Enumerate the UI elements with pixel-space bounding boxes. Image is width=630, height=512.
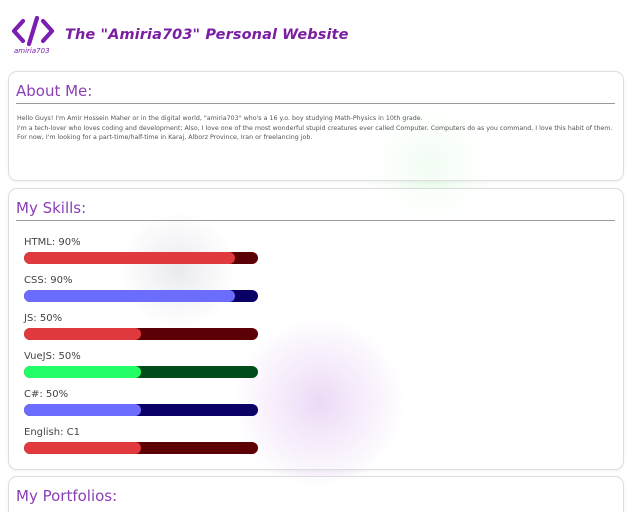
skill-bar-fill: [24, 290, 235, 302]
skill-bar: [24, 290, 258, 302]
skill-label: English: C1: [24, 427, 81, 438]
site-title: The "Amiria703" Personal Website: [65, 27, 349, 43]
skill-bar-fill: [24, 252, 235, 264]
about-paragraph: I'm a tech-lover who loves coding and de…: [17, 124, 613, 132]
skill-label: CSS: 90%: [24, 275, 73, 286]
portfolios-card: My Portfolios:: [8, 476, 624, 512]
skills-title: My Skills:: [16, 199, 615, 221]
site-header: amiria703 The "Amiria703" Personal Websi…: [10, 10, 349, 60]
skill-bar-fill: [24, 404, 141, 416]
skill-bar: [24, 404, 258, 416]
skill-label: VueJS: 50%: [24, 351, 81, 362]
skill-bar: [24, 328, 258, 340]
skill-js: JS: 50%: [24, 312, 258, 340]
about-card: About Me: Hello Guys! I'm Amir Hossein M…: [8, 71, 624, 181]
about-paragraph: For now, I'm looking for a part-time/hal…: [17, 134, 313, 142]
skill-css: CSS: 90%: [24, 274, 258, 302]
skill-bar: [24, 252, 258, 264]
portfolios-title: My Portfolios:: [16, 487, 118, 505]
skill-bar-fill: [24, 328, 141, 340]
code-logo-icon[interactable]: amiria703: [10, 14, 56, 56]
skill-vuejs: VueJS: 50%: [24, 350, 258, 378]
skill-label: C#: 50%: [24, 389, 69, 400]
about-title: About Me:: [16, 82, 615, 104]
about-text: Hello Guys! I'm Amir Hossein Maher or in…: [17, 114, 615, 143]
logo-caption: amiria703: [14, 47, 50, 55]
skill-bar: [24, 442, 258, 454]
skill-bar: [24, 366, 258, 378]
skill-csharp: C#: 50%: [24, 388, 258, 416]
skill-label: HTML: 90%: [24, 237, 81, 248]
skill-html: HTML: 90%: [24, 236, 258, 264]
skill-label: JS: 50%: [24, 313, 63, 324]
skill-bar-fill: [24, 366, 141, 378]
skills-card: My Skills: HTML: 90% CSS: 90% JS: 50% Vu…: [8, 188, 624, 470]
about-paragraph: Hello Guys! I'm Amir Hossein Maher or in…: [17, 115, 423, 122]
skill-bar-fill: [24, 442, 141, 454]
skill-english: English: C1: [24, 426, 258, 454]
